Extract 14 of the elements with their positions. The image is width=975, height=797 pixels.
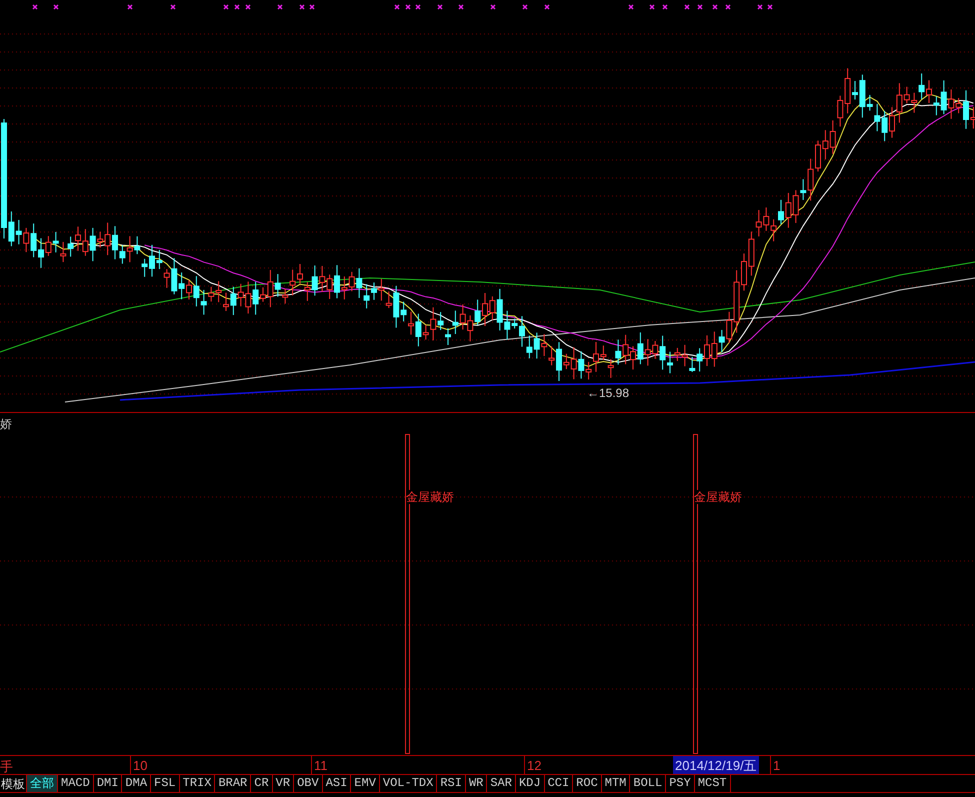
cursor-date-label: 2014/12/19/五 xyxy=(673,756,759,774)
indicator-tab[interactable]: VR xyxy=(272,775,294,792)
indicator-tab[interactable]: VOL-TDX xyxy=(380,775,438,792)
date-tick-label: 10 xyxy=(130,756,148,774)
low-price-label: ←15.98 xyxy=(587,387,630,399)
date-tick-label: 11 xyxy=(311,756,328,774)
indicator-tab[interactable]: 全部 xyxy=(27,775,58,792)
indicator-title: 娇 xyxy=(0,416,12,433)
date-tick-label: 12 xyxy=(524,756,542,774)
volume-unit-label: 手 xyxy=(0,758,13,776)
date-tick-label: 1 xyxy=(770,756,780,774)
indicator-tab[interactable]: ASI xyxy=(322,775,352,792)
signal-label: 金屋藏娇 xyxy=(406,490,454,504)
signal-label: 金屋藏娇 xyxy=(694,490,742,504)
